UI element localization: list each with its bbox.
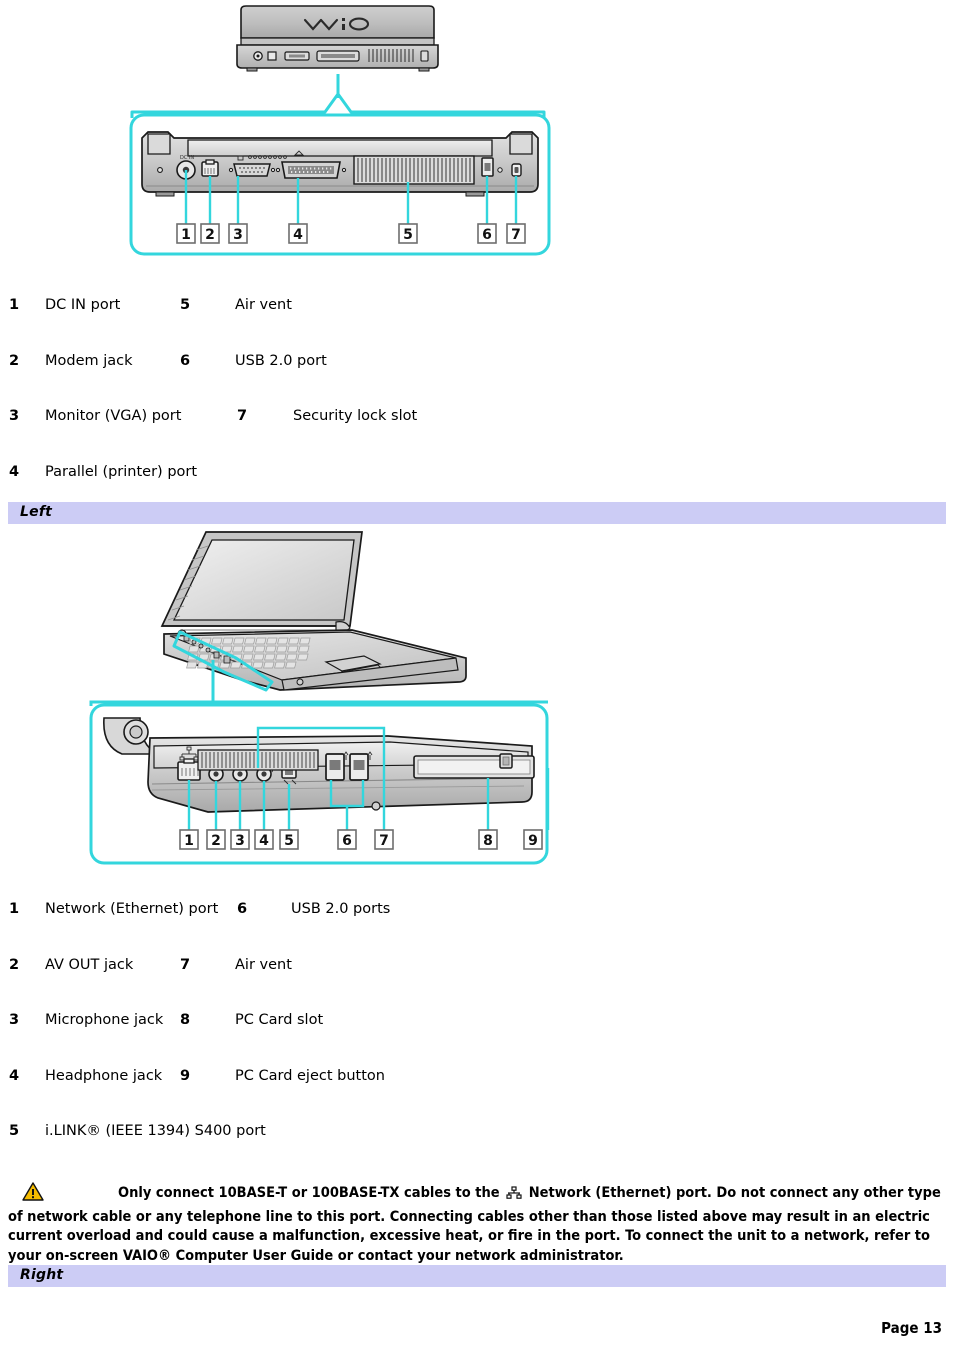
- port-number: 3: [9, 1012, 20, 1028]
- port-label: Air vent: [235, 297, 292, 313]
- svg-text:6: 6: [342, 833, 352, 849]
- table-row: 4 Headphone jack 9 PC Card eject button: [0, 1067, 954, 1123]
- warning-text-part1: Only connect 10BASE-T or 100BASE-TX cabl…: [118, 1185, 505, 1201]
- port-number: 1: [9, 901, 20, 917]
- port-number: 8: [180, 1012, 191, 1028]
- port-label: Parallel (printer) port: [45, 463, 198, 480]
- page-number: Page 13: [881, 1319, 942, 1337]
- section-heading-left-label: Left: [20, 504, 52, 520]
- left-pointer-lines: [89, 660, 548, 706]
- svg-text:2: 2: [211, 833, 221, 849]
- left-side-detail-drawing: 1 2 3 4 5 6 7 8 9: [89, 703, 550, 865]
- warning-triangle-icon: [22, 1182, 44, 1208]
- port-number: 3: [9, 408, 20, 424]
- port-label: i.LINK® (IEEE 1394) S400 port: [45, 1123, 266, 1139]
- port-number: 4: [9, 463, 20, 480]
- port-number: 7: [180, 956, 191, 973]
- port-number: 5: [180, 297, 191, 313]
- svg-text:3: 3: [233, 227, 243, 243]
- network-warning-note: Only connect 10BASE-T or 100BASE-TX cabl…: [8, 1182, 946, 1266]
- svg-text:5: 5: [403, 227, 413, 243]
- table-row: 3 Microphone jack 8 PC Card slot: [0, 1011, 954, 1067]
- port-label: PC Card eject button: [235, 1067, 385, 1084]
- svg-text:5: 5: [284, 833, 294, 849]
- left-callout-number-boxes: 1 2 3 4 5 6 7 8 9: [179, 829, 543, 850]
- svg-text:1: 1: [184, 833, 194, 849]
- section-heading-left: Left: [8, 502, 946, 524]
- port-number: 2: [9, 352, 20, 369]
- port-label: Modem jack: [45, 352, 133, 369]
- port-label: Monitor (VGA) port: [45, 408, 182, 424]
- port-label: PC Card slot: [235, 1012, 324, 1028]
- port-label: Microphone jack: [45, 1012, 164, 1028]
- table-row: 1 DC IN port 5 Air vent: [0, 296, 954, 352]
- left-figure-pointer: [88, 660, 548, 708]
- port-number: 4: [9, 1067, 20, 1084]
- port-label: Headphone jack: [45, 1067, 163, 1084]
- port-number: 6: [237, 901, 248, 917]
- table-row: 1 Network (Ethernet) port 6 USB 2.0 port…: [0, 900, 954, 956]
- port-number: 6: [180, 352, 191, 369]
- svg-text:9: 9: [528, 833, 538, 849]
- port-label: USB 2.0 ports: [291, 901, 391, 917]
- port-label: Security lock slot: [293, 408, 418, 424]
- port-number: 7: [237, 408, 248, 424]
- section-heading-right-label: Right: [20, 1267, 64, 1283]
- svg-text:6: 6: [482, 227, 492, 243]
- left-side-callout-box: 1 2 3 4 5 6 7 8 9: [88, 702, 550, 868]
- port-number: 5: [9, 1123, 20, 1139]
- rear-panel-detail-drawing: DC IN 1 2 3 4 5 6 7: [129, 113, 551, 256]
- svg-text:2: 2: [205, 227, 215, 243]
- svg-text:7: 7: [511, 227, 521, 243]
- table-row: 3 Monitor (VGA) port 7 Security lock slo…: [0, 407, 954, 463]
- port-label: AV OUT jack: [45, 956, 134, 973]
- table-row: 2 AV OUT jack 7 Air vent: [0, 956, 954, 1012]
- left-port-list: 1 Network (Ethernet) port 6 USB 2.0 port…: [0, 900, 954, 1178]
- table-row: 2 Modem jack 6 USB 2.0 port: [0, 352, 954, 408]
- port-label: DC IN port: [45, 297, 121, 313]
- network-lan-icon: [506, 1186, 522, 1207]
- svg-text:7: 7: [379, 833, 389, 849]
- svg-text:1: 1: [181, 227, 191, 243]
- svg-text:4: 4: [293, 227, 303, 243]
- svg-text:DC IN: DC IN: [180, 155, 194, 161]
- port-number: 9: [180, 1067, 191, 1084]
- port-label: Air vent: [235, 956, 292, 973]
- rear-closed-laptop-figure: [233, 2, 443, 74]
- rear-port-list: 1 DC IN port 5 Air vent 2 Modem jack 6 U…: [0, 296, 954, 518]
- table-row: 5 i.LINK® (IEEE 1394) S400 port: [0, 1122, 954, 1178]
- rear-closed-laptop-drawing: [236, 5, 439, 72]
- port-label: USB 2.0 port: [235, 352, 327, 369]
- svg-text:4: 4: [259, 833, 269, 849]
- port-number: 1: [9, 297, 20, 313]
- svg-text:8: 8: [483, 833, 493, 849]
- port-label: Network (Ethernet) port: [45, 901, 219, 917]
- section-heading-right: Right: [8, 1265, 946, 1287]
- rear-panel-callout-box: DC IN 1 2 3 4 5 6 7: [128, 112, 552, 260]
- rear-callout-number-boxes: 1 2 3 4 5 6 7: [176, 223, 526, 244]
- svg-text:3: 3: [235, 833, 245, 849]
- port-number: 2: [9, 956, 20, 973]
